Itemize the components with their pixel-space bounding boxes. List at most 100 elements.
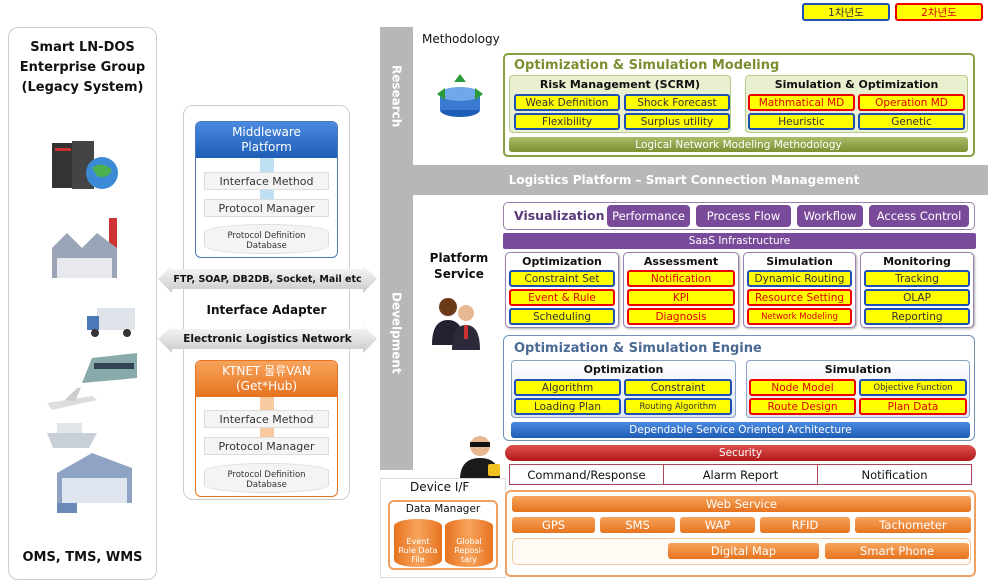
server-globe-icon [52,141,118,189]
optimization-group: Optimization Constraint Set Event & Rule… [505,252,619,328]
group-title: Assessment [643,255,719,268]
business-people-icon [432,298,480,350]
constraint-set: Constraint Set [509,270,615,287]
research-label: Research [389,64,404,128]
workflow-button[interactable]: Workflow [797,205,863,227]
engine-box: Optimization & Simulation Engine Optimiz… [503,335,975,441]
engine-simulation-box: Simulation Node Model Objective Function… [746,360,970,418]
middleware-title-line: Platform [241,140,292,154]
simulation-group: Simulation Dynamic Routing Resource Sett… [743,252,856,328]
platform-service-label: Platform Service [425,250,493,282]
network-modeling: Network Modeling [747,308,852,325]
plan-data: Plan Data [859,398,967,415]
device-services-box: Web Service GPS SMS WAP RFID Tachometer … [505,490,976,577]
dynamic-routing: Dynamic Routing [747,270,852,287]
engine-title: Optimization & Simulation Engine [514,341,762,356]
engine-optimization-box: Optimization Algorithm Constraint Loadin… [511,360,736,418]
notification-cell: Notification [861,467,928,482]
interface-method: Interface Method [204,172,329,190]
genetic: Genetic [858,113,965,130]
legacy-icons [47,141,137,513]
legend-year-1: 1차년도 [802,3,890,21]
airplane-icon [47,388,97,410]
group-title: Monitoring [883,255,951,268]
store-line: File [411,555,425,564]
middleware-platform-box: Middleware Platform Interface Method Prot… [195,121,338,258]
visualization-box: Visualization Performance Process Flow W… [503,202,975,230]
legacy-title-line: (Legacy System) [21,80,144,95]
resource-setting: Resource Setting [747,289,852,306]
wap: WAP [680,517,755,533]
operation-md: Operation MD [858,94,965,111]
routing-algorithm: Routing Algorithm [624,398,732,415]
smart-phone: Smart Phone [825,543,969,559]
kpi: KPI [627,289,735,306]
olap: OLAP [864,289,970,306]
protocol-definition-database: Protocol Definition Database [204,463,329,493]
gps: GPS [512,517,595,533]
legacy-footer: OMS, TMS, WMS [22,550,143,565]
command-row: Command/Response Alarm Report Notificati… [509,464,972,485]
assessment-group: Assessment Notification KPI Diagnosis [623,252,739,328]
visualization-title: Visualization [514,208,605,223]
alarm-report: Alarm Report [664,465,818,484]
risk-management-title: Risk Management (SCRM) [539,78,701,91]
db-line: Protocol Definition [227,470,306,480]
engine-optimization-title: Optimization [583,363,664,376]
mathmatical-md: Mathmatical MD [748,94,855,111]
shock-forecast: Shock Forecast [624,94,730,111]
objective-function: Objective Function [859,379,967,396]
rfid: RFID [760,517,850,533]
sms: SMS [600,517,675,533]
data-manager-box: Data Manager Event Rule Data File Global Re… [388,500,498,570]
device-if-title: Device I/F [410,480,470,494]
flexibility: Flexibility [514,113,620,130]
security-bar: Security [505,445,976,461]
ktnet-box: KTNET 물류VAN (Get*Hub) Interface Method Pr… [195,360,338,497]
loading-plan: Loading Plan [514,398,621,415]
weak-definition: Weak Definition [514,94,620,111]
access-control-button[interactable]: Access Control [869,205,969,227]
logistics-platform-band: Logistics Platform – Smart Connection Ma… [380,165,988,195]
tachometer: Tachometer [855,517,971,533]
ship-icon [47,423,97,448]
notification: Notification [627,270,735,287]
label-line: Service [434,267,484,281]
interface-adapter-label: Interface Adapter [206,303,327,317]
label-line: Platform [429,251,489,265]
protocol-definition-database: Protocol Definition Database [204,224,329,254]
algorithm: Algorithm [514,379,621,396]
node-model: Node Model [749,379,856,396]
event-rule: Event & Rule [509,289,615,306]
heuristic: Heuristic [748,113,855,130]
logical-network-bar: Logical Network Modeling Methodology [509,137,968,152]
performance-button[interactable]: Performance [607,205,690,227]
protocols-arrow: FTP, SOAP, DB2DB, Socket, Mail etc [158,265,377,293]
soa-bar: Dependable Service Oriented Architecture [511,422,970,438]
apps-box: Digital Map Smart Phone [512,538,971,565]
train-icon [82,353,137,383]
store-line: Rule Data [398,546,438,555]
protocol-manager: Protocol Manager [204,437,329,455]
modeling-title: Optimization & Simulation Modeling [514,58,780,73]
modeling-box: Optimization & Simulation Modeling Risk … [503,53,975,157]
data-manager-title: Data Manager [405,503,481,515]
simulation-optimization-box: Simulation & Optimization Mathmatical MD… [745,75,968,133]
reporting: Reporting [864,308,970,325]
store-line: Reposi- [454,546,484,555]
process-flow-button[interactable]: Process Flow [696,205,791,227]
risk-management-box: Risk Management (SCRM) Weak Definition S… [509,75,731,133]
legacy-system-panel: Smart LN-DOS Enterprise Group (Legacy Sy… [8,27,157,580]
store-line: Event [406,537,430,546]
command-response: Command/Response [510,465,664,484]
group-title: Optimization [522,255,602,268]
db-line: Database [246,480,287,490]
db-line: Protocol Definition [227,231,306,241]
methodology-label: Methodology [422,32,500,46]
store-line: tary [460,555,478,564]
ktnet-title-line: KTNET 물류VAN [222,364,311,378]
legend-year-2: 2차년도 [895,3,983,21]
diagnosis: Diagnosis [627,308,735,325]
db-line: Database [246,241,287,251]
electronic-logistics-network-arrow: Electronic Logistics Network [158,325,377,353]
